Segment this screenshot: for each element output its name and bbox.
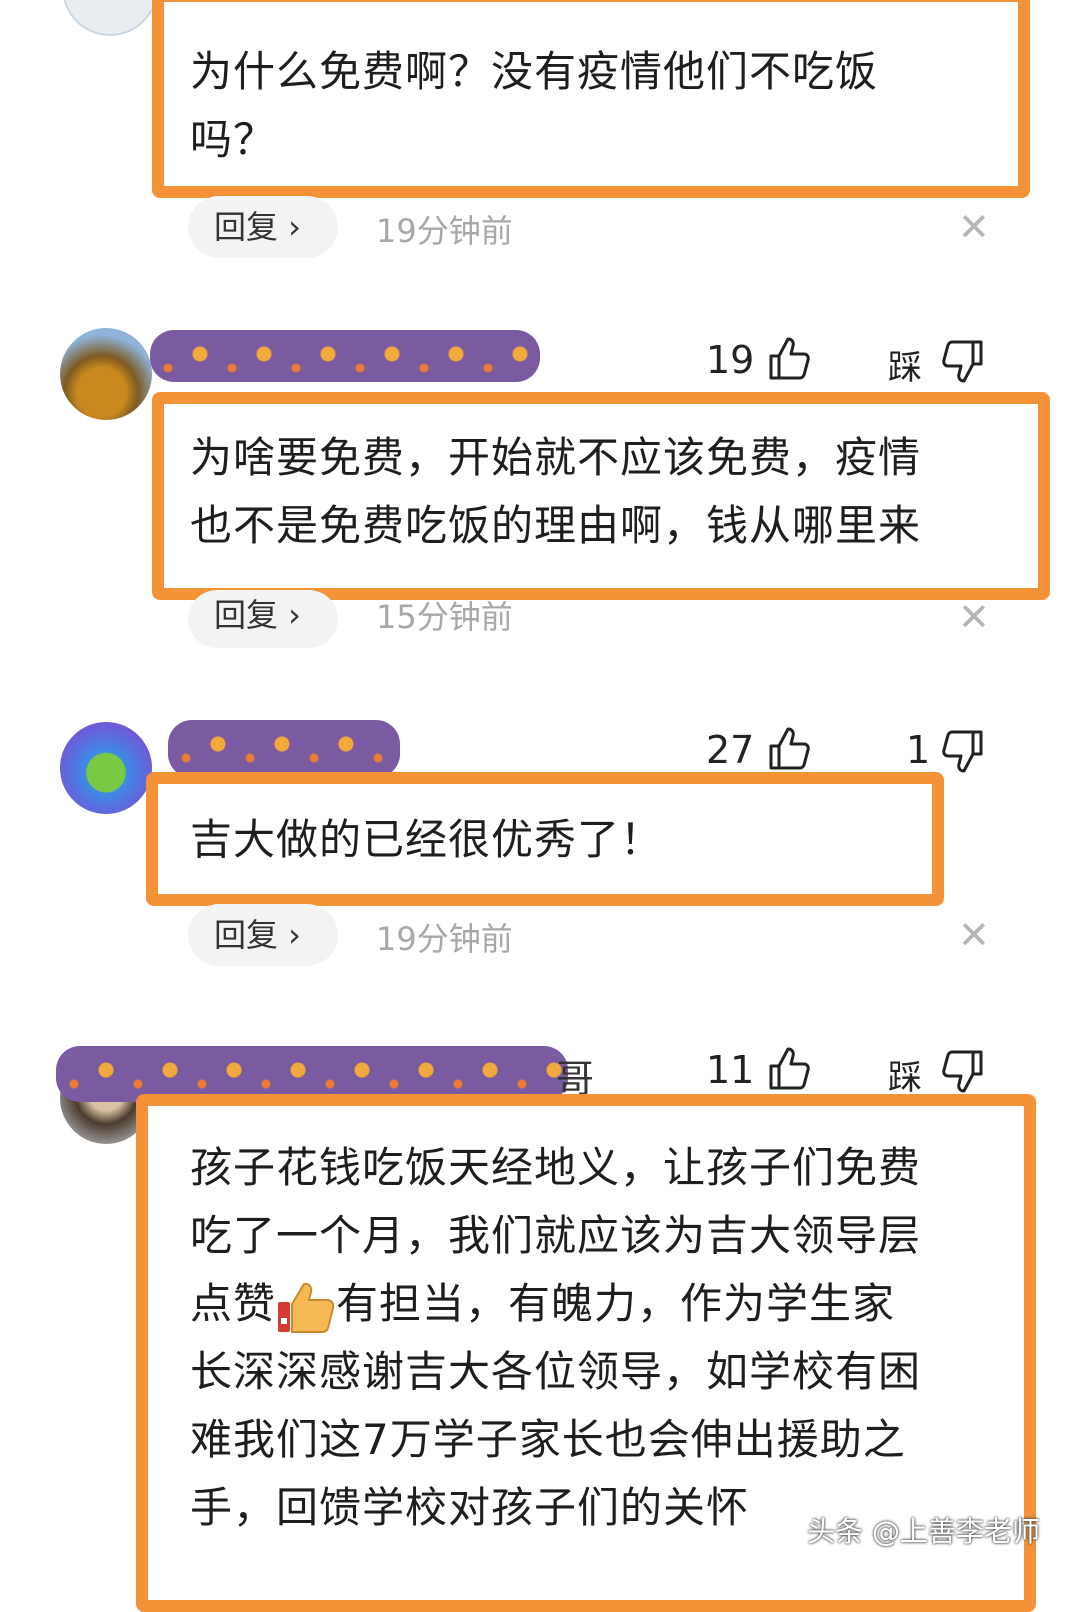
username-redaction [150, 330, 540, 382]
avatar[interactable] [60, 722, 152, 814]
reply-button[interactable]: 回复 › [188, 590, 338, 648]
thumbs-up-icon[interactable] [768, 336, 810, 380]
thumbs-down-icon[interactable] [942, 1050, 984, 1094]
close-icon[interactable]: ✕ [958, 916, 990, 954]
dislike-label: 踩 [888, 348, 922, 388]
comment-text: 为什么免费啊？没有疫情他们不吃饭 吗？ [190, 47, 879, 164]
like-count: 19 [706, 338, 755, 382]
avatar[interactable] [62, 0, 158, 36]
thumbs-up-icon[interactable] [768, 1046, 810, 1090]
thumbs-down-icon[interactable] [942, 730, 984, 774]
comment-text: 为啥要免费，开始就不应该免费，疫情 也不是免费吃饭的理由啊，钱从哪里来 [190, 433, 922, 550]
comment-text: 吉大做的已经很优秀了！ [190, 815, 664, 864]
comment-time: 19分钟前 [376, 212, 513, 250]
close-icon[interactable]: ✕ [958, 598, 990, 636]
thumbs-up-emoji-icon [278, 1282, 335, 1333]
comment-time: 15分钟前 [376, 598, 513, 636]
dislike-count: 1 [906, 728, 931, 772]
thumbs-up-icon[interactable] [768, 726, 810, 770]
close-icon[interactable]: ✕ [958, 208, 990, 246]
watermark: 头条 @上善李老师 [807, 1515, 1040, 1548]
comment-text: 孩子花钱吃饭天经地义，让孩子们免费 吃了一个月，我们就应该为吉大领导层 点赞 有… [190, 1143, 922, 1532]
like-count: 27 [706, 728, 755, 772]
dislike-label: 踩 [888, 1058, 922, 1098]
reply-button[interactable]: 回复 › [188, 196, 338, 258]
reply-button[interactable]: 回复 › [188, 904, 338, 966]
like-count: 11 [706, 1048, 755, 1092]
avatar[interactable] [60, 328, 152, 420]
thumbs-down-icon[interactable] [942, 340, 984, 384]
comment-time: 19分钟前 [376, 920, 513, 958]
username-redaction [168, 720, 400, 778]
